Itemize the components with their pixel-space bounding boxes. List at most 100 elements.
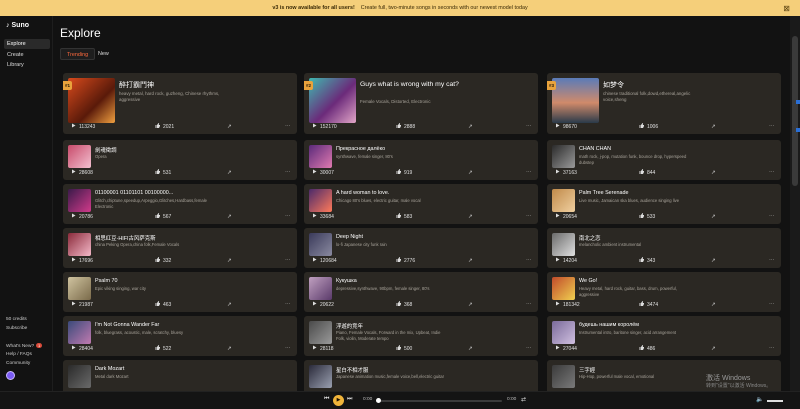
play-icon[interactable] [555, 169, 560, 176]
more-options-icon[interactable]: ⋯ [285, 302, 291, 308]
share-icon[interactable]: ↗ [227, 214, 232, 220]
song-title[interactable]: 三字經 [579, 366, 719, 374]
previous-icon[interactable]: ⏮ [324, 396, 329, 403]
more-options-icon[interactable]: ⋯ [526, 302, 532, 308]
song-card[interactable]: 相思红豆-HIFI古风萨克斯 china Peking Opera,china f… [63, 228, 297, 268]
progress-track[interactable] [378, 400, 502, 402]
share-icon[interactable]: ↗ [711, 258, 716, 264]
share-icon[interactable]: ↗ [711, 124, 716, 130]
scrollbar-thumb[interactable] [792, 36, 798, 186]
subscribe-link[interactable]: Subscribe [6, 326, 27, 331]
scrollbar[interactable] [790, 16, 800, 391]
share-icon[interactable]: ↗ [468, 346, 473, 352]
share-icon[interactable]: ↗ [468, 258, 473, 264]
thumbs-up-icon[interactable] [639, 213, 644, 220]
play-icon[interactable] [71, 345, 76, 352]
suno-logo[interactable]: ♪ Suno [6, 22, 29, 29]
play-button[interactable]: ▶ [333, 395, 344, 406]
song-title[interactable]: 南北之恋 [579, 234, 719, 242]
cover-art[interactable] [309, 78, 356, 123]
more-options-icon[interactable]: ⋯ [285, 214, 291, 220]
cover-art[interactable] [309, 145, 332, 168]
play-icon[interactable] [71, 169, 76, 176]
more-options-icon[interactable]: ⋯ [285, 124, 291, 130]
more-options-icon[interactable]: ⋯ [285, 258, 291, 264]
cover-art[interactable] [68, 233, 91, 256]
play-icon[interactable] [312, 123, 317, 130]
more-options-icon[interactable]: ⋯ [526, 170, 532, 176]
song-title[interactable]: 醉打霸鬥神 [119, 80, 239, 90]
thumbs-up-icon[interactable] [155, 213, 160, 220]
play-icon[interactable] [71, 123, 76, 130]
more-options-icon[interactable]: ⋯ [769, 170, 775, 176]
song-title[interactable]: We Go! [579, 278, 719, 284]
share-icon[interactable]: ↗ [711, 214, 716, 220]
song-card[interactable]: I'm Not Gonna Wander Far folk, bluegrass,… [63, 316, 297, 356]
thumbs-up-icon[interactable] [639, 123, 644, 130]
more-options-icon[interactable]: ⋯ [769, 214, 775, 220]
song-card[interactable]: Deep Night lo-fi Japanese city funk rain 1… [304, 228, 538, 268]
song-card[interactable]: будешь нашим королём Instrumental intro, … [547, 316, 781, 356]
close-icon[interactable]: ⊠ [783, 4, 790, 13]
cover-art[interactable] [309, 189, 332, 212]
cover-art[interactable] [68, 277, 91, 300]
play-icon[interactable] [555, 257, 560, 264]
sidebar-item-explore[interactable]: Explore [4, 39, 50, 49]
avatar[interactable] [6, 371, 15, 380]
song-title[interactable]: Palm Tree Serenade [579, 190, 719, 196]
volume-icon[interactable]: 🔈 [756, 396, 763, 403]
progress-handle[interactable] [376, 398, 381, 403]
song-title[interactable]: Прекрасное далёко [336, 146, 476, 152]
tab-trending[interactable]: Trending [60, 48, 96, 60]
play-icon[interactable] [312, 301, 317, 308]
thumbs-up-icon[interactable] [396, 257, 401, 264]
help-link[interactable]: Help / FAQs [6, 352, 32, 357]
song-card[interactable]: CHAN CHAN math rock, j-pop, mutation funk… [547, 140, 781, 180]
more-options-icon[interactable]: ⋯ [526, 214, 532, 220]
song-card[interactable]: Palm Tree Serenade Live music, Jamaican s… [547, 184, 781, 224]
song-card-featured[interactable]: #3 如梦令 chinese traditional folk,dowd,ether… [547, 73, 781, 134]
play-icon[interactable] [555, 123, 560, 130]
song-card[interactable]: 南北之恋 melancholic ambient instrumental 1420… [547, 228, 781, 268]
song-title[interactable]: Кукушка [336, 278, 476, 284]
cover-art[interactable] [68, 189, 91, 212]
thumbs-up-icon[interactable] [155, 345, 160, 352]
volume-slider[interactable] [767, 400, 783, 402]
share-icon[interactable]: ↗ [468, 214, 473, 220]
tab-new[interactable]: New [92, 48, 115, 60]
more-options-icon[interactable]: ⋯ [769, 258, 775, 264]
song-title[interactable]: 星白不相才服 [336, 366, 476, 374]
whats-new-link[interactable]: What's New? 1 [6, 343, 43, 349]
thumbs-up-icon[interactable] [155, 301, 160, 308]
song-card[interactable]: Прекрасное далёко synthwave, female singe… [304, 140, 538, 180]
play-icon[interactable] [555, 345, 560, 352]
thumbs-up-icon[interactable] [639, 257, 644, 264]
play-icon[interactable] [555, 213, 560, 220]
thumbs-up-icon[interactable] [155, 169, 160, 176]
more-options-icon[interactable]: ⋯ [526, 124, 532, 130]
song-card[interactable]: Dark Mozart Metal dark Mozart [63, 360, 297, 391]
share-icon[interactable]: ↗ [468, 124, 473, 130]
cover-art[interactable] [309, 233, 332, 256]
song-card[interactable]: A hard woman to love. Chicago 80's blues,… [304, 184, 538, 224]
song-title[interactable]: Deep Night [336, 234, 476, 240]
play-icon[interactable] [71, 257, 76, 264]
share-icon[interactable]: ↗ [227, 124, 232, 130]
cover-art[interactable] [68, 365, 91, 388]
cover-art[interactable] [68, 78, 115, 123]
share-icon[interactable]: ↗ [468, 170, 473, 176]
song-card[interactable]: Кукушка depressive,synthwave, 90bpm, fema… [304, 272, 538, 312]
more-options-icon[interactable]: ⋯ [769, 346, 775, 352]
song-card[interactable]: We Go! Heavy metal, hard rock, guitar, ba… [547, 272, 781, 312]
thumbs-up-icon[interactable] [639, 169, 644, 176]
thumbs-up-icon[interactable] [396, 345, 401, 352]
song-card[interactable]: 01100001 01101101 00100000... Glitch,chip… [63, 184, 297, 224]
more-options-icon[interactable]: ⋯ [526, 258, 532, 264]
song-card[interactable]: 浮遊的竞年 Piano, Female Vocals, Forward in th… [304, 316, 538, 356]
cover-art[interactable] [552, 233, 575, 256]
thumbs-up-icon[interactable] [155, 257, 160, 264]
more-options-icon[interactable]: ⋯ [769, 302, 775, 308]
share-icon[interactable]: ↗ [711, 346, 716, 352]
cover-art[interactable] [552, 365, 575, 388]
cover-art[interactable] [68, 321, 91, 344]
